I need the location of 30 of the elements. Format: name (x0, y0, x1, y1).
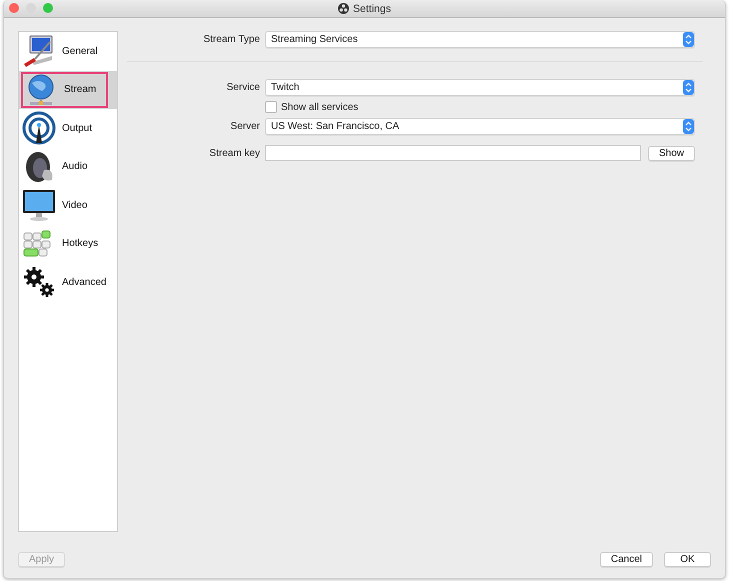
cancel-button[interactable]: Cancel (600, 552, 653, 566)
stepper-icon (683, 32, 694, 47)
sidebar-item[interactable]: Advanced (19, 263, 117, 302)
monitor-icon (22, 188, 56, 222)
field-label: Service (226, 82, 260, 93)
close-button[interactable] (9, 3, 19, 13)
sidebar-item[interactable]: Stream (19, 70, 117, 109)
gears-icon (22, 265, 56, 300)
ok-button[interactable]: OK (664, 552, 711, 566)
service-select[interactable]: Twitch (265, 79, 695, 96)
app-logo-icon (338, 3, 350, 14)
stepper-icon (683, 80, 694, 95)
sidebar-item[interactable]: Output (19, 109, 117, 148)
sidebar-item[interactable]: Audio (19, 148, 117, 186)
checkbox-label: Show all services (281, 102, 358, 112)
sidebar-item[interactable]: Hotkeys (19, 224, 117, 263)
broadcast-icon (22, 111, 56, 146)
stream-type-select[interactable]: Streaming Services (265, 31, 695, 48)
sidebar-item[interactable]: Video (19, 186, 117, 224)
window-title: Settings (353, 2, 391, 14)
show-button[interactable]: Show (648, 146, 695, 160)
field-label: Server (230, 121, 260, 132)
field-label: Stream key (208, 148, 260, 158)
server-select[interactable]: US West: San Francisco, CA (265, 118, 695, 135)
field-label: Stream Type (202, 34, 260, 45)
zoom-button[interactable] (43, 3, 53, 13)
stream-key-field[interactable] (265, 145, 641, 161)
checkbox[interactable] (265, 101, 277, 113)
stepper-icon (683, 119, 694, 134)
sidebar-item[interactable]: General (19, 32, 117, 70)
